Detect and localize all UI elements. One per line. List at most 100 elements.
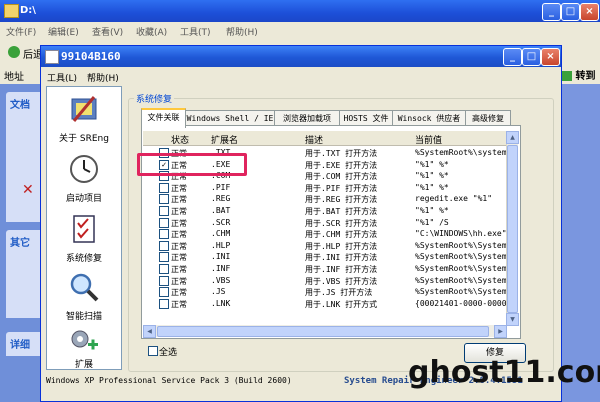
select-all-label: 全选: [159, 348, 178, 358]
sidebar-item-smart-scan[interactable]: 智能扫描: [47, 271, 121, 323]
dialog-maximize-button[interactable]: □: [522, 48, 541, 66]
task-panel-heading[interactable]: 其它: [10, 234, 30, 249]
sidebar-item-label: 智能扫描: [65, 312, 102, 322]
folder-icon: [4, 4, 19, 18]
checklist-icon: [73, 215, 95, 243]
dialog-title: 99104B160: [61, 50, 121, 63]
row-checkbox[interactable]: [159, 264, 169, 274]
row-checkbox[interactable]: [159, 275, 169, 286]
sidebar-item-label: 扩展: [74, 360, 93, 370]
tab-file-association[interactable]: 文件关联: [141, 108, 186, 128]
cell-ext: .BAT: [211, 206, 231, 215]
row-checkbox[interactable]: [159, 287, 169, 298]
cell-status: 正常: [171, 299, 187, 309]
explorer-menubar: 文件(F) 编辑(E) 查看(V) 收藏(A) 工具(T) 帮助(H): [0, 22, 600, 39]
row-checkbox[interactable]: [159, 217, 169, 228]
back-icon: [8, 46, 20, 58]
select-all-checkbox[interactable]: [148, 346, 158, 356]
maximize-button[interactable]: □: [561, 3, 580, 21]
cell-value: "%1" /S: [415, 217, 449, 227]
task-panel-other: 其它: [6, 230, 40, 318]
cell-value: %SystemRoot%\System32\: [415, 287, 507, 297]
sidebar-item-startup[interactable]: 启动项目: [47, 153, 121, 205]
cell-ext: .VBS: [211, 275, 231, 285]
menu-file[interactable]: 文件(F): [6, 25, 36, 38]
task-panel-details: 详细: [6, 332, 40, 356]
column-status[interactable]: 状态: [171, 133, 189, 146]
go-button[interactable]: 转到: [562, 67, 598, 83]
menu-help[interactable]: 帮助(H): [226, 25, 258, 38]
cell-ext: .HLP: [211, 240, 231, 250]
menu-view[interactable]: 查看(V): [92, 25, 123, 38]
row-checkbox[interactable]: [159, 194, 169, 205]
table-row[interactable]: 正常 .LNK 用于.LNK 打开方式 {00021401-0000-0000-C0: [143, 297, 543, 311]
explorer-title: D:\: [20, 5, 36, 16]
row-checkbox[interactable]: [159, 229, 169, 240]
scroll-right-arrow[interactable]: ▶: [494, 325, 507, 338]
menu-help[interactable]: 帮助(H): [87, 71, 119, 84]
group-label: 系统修复: [134, 92, 175, 105]
cell-value: %SystemRoot%\system32\: [415, 148, 507, 157]
row-checkbox[interactable]: [159, 298, 169, 309]
column-description[interactable]: 描述: [305, 133, 323, 146]
go-arrow-icon: [562, 71, 572, 81]
close-button[interactable]: ×: [580, 3, 599, 21]
cell-value: %SystemRoot%\System32\: [415, 264, 507, 273]
delete-icon[interactable]: ✕: [22, 182, 34, 198]
row-checkbox[interactable]: [159, 252, 169, 263]
menu-tools[interactable]: 工具(L): [47, 71, 77, 84]
vertical-scroll-thumb[interactable]: [507, 145, 518, 313]
dialog-minimize-button[interactable]: _: [503, 48, 522, 66]
cell-ext: .SCR: [211, 217, 231, 227]
row-checkbox[interactable]: [159, 206, 169, 216]
cell-ext: .CHM: [211, 229, 231, 239]
cell-ext: .JS: [211, 287, 226, 297]
dialog-close-button[interactable]: ×: [541, 48, 560, 66]
minimize-button[interactable]: _: [542, 3, 561, 21]
tab-advanced-repair[interactable]: 高级修复: [465, 110, 511, 126]
cell-ext: .PIF: [211, 182, 231, 192]
row-checkbox[interactable]: [159, 240, 169, 251]
cell-desc: 用于.LNK 打开方式: [305, 299, 378, 309]
cell-value: "%1" %*: [415, 206, 449, 215]
task-panel-heading[interactable]: 详细: [10, 336, 30, 351]
column-extension[interactable]: 扩展名: [211, 133, 238, 146]
cell-value: %SystemRoot%\System32\: [415, 275, 507, 285]
tab-browser-addons[interactable]: 浏览器加载项: [274, 110, 340, 126]
cell-value: "%1" %*: [415, 182, 449, 192]
sidebar-item-label: 启动项目: [65, 194, 102, 204]
tab-windows-shell-ie[interactable]: Windows Shell / IE: [185, 110, 275, 126]
tab-hosts-file[interactable]: HOSTS 文件: [339, 110, 393, 126]
cell-value: {00021401-0000-0000-C0: [415, 298, 507, 308]
scroll-left-arrow[interactable]: ◀: [143, 325, 156, 338]
sidebar-item-label: 系统修复: [65, 254, 102, 264]
tab-winsock[interactable]: Winsock 供应者: [392, 110, 466, 126]
sidebar-item-extend[interactable]: 扩展: [47, 327, 121, 370]
app-icon: [45, 50, 59, 64]
cell-value: %SystemRoot%\System32\: [415, 252, 507, 262]
column-current-value[interactable]: 当前值: [415, 133, 442, 146]
cell-value: regedit.exe "%1": [415, 194, 493, 204]
cell-ext: .LNK: [211, 298, 231, 308]
sidebar-item-about[interactable]: 关于 SREng: [47, 93, 121, 145]
status-bar-os: Windows XP Professional Service Pack 3 (…: [46, 376, 292, 385]
address-label: 地址: [4, 72, 24, 83]
scroll-down-arrow[interactable]: ▼: [506, 313, 519, 326]
exe-row-highlight: [137, 153, 247, 176]
menu-favorites[interactable]: 收藏(A): [136, 25, 167, 38]
scroll-up-arrow[interactable]: ▲: [506, 131, 519, 144]
dialog-titlebar: 99104B160 _ □ ×: [41, 46, 561, 67]
cell-value: %SystemRoot%\System32\: [415, 240, 507, 250]
menu-edit[interactable]: 编辑(E): [48, 25, 79, 38]
sidebar-item-system-repair[interactable]: 系统修复: [47, 213, 121, 265]
cell-ext: .INF: [211, 264, 231, 273]
list-header: 状态 扩展名 描述 当前值: [143, 131, 506, 146]
horizontal-scroll-thumb[interactable]: [157, 326, 489, 337]
sidebar-item-label: 关于 SREng: [59, 134, 109, 144]
tools-icon: [71, 96, 97, 122]
task-panel-heading[interactable]: 文档: [10, 96, 30, 111]
row-checkbox[interactable]: [159, 182, 169, 193]
cell-value: "C:\WINDOWS\hh.exe" %1: [415, 229, 507, 239]
menu-tools[interactable]: 工具(T): [180, 25, 211, 38]
cell-value: "%1" %*: [415, 159, 449, 169]
